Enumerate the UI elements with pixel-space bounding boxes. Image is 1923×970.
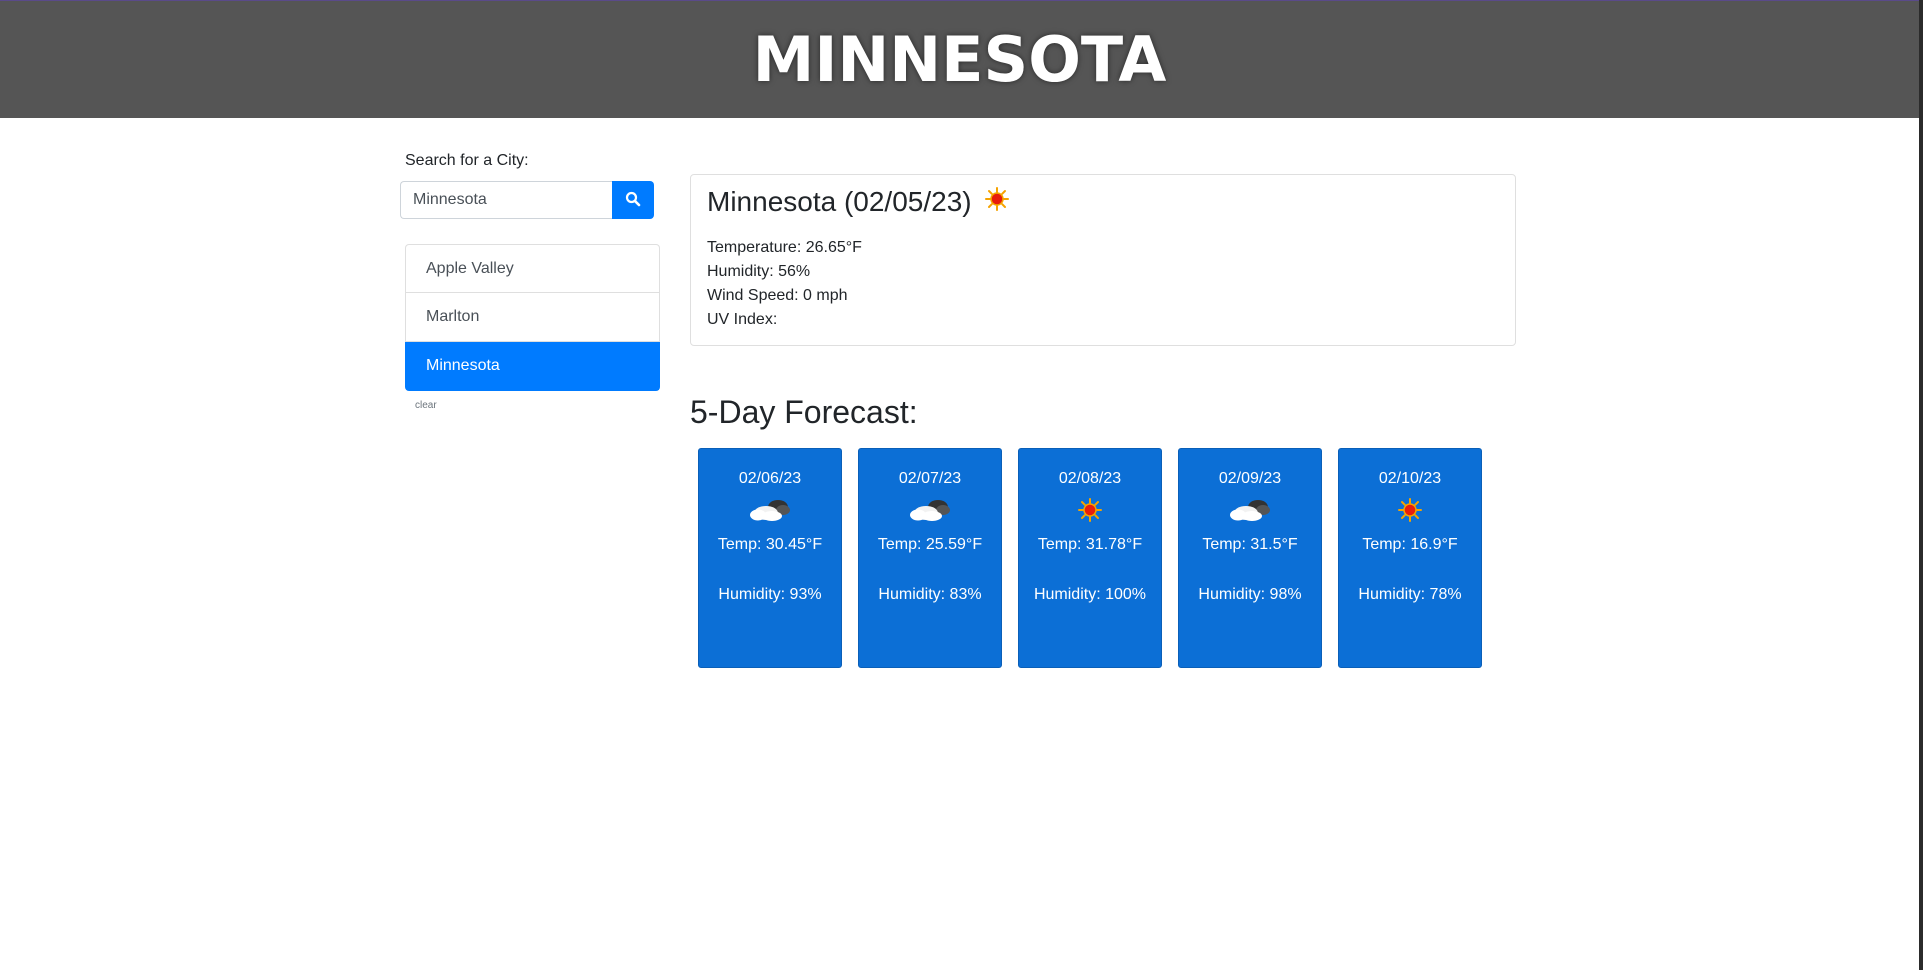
forecast-card: 02/07/23 Temp: 25.59°F Humidity: 83% (858, 448, 1002, 668)
forecast-card: 02/10/23 Temp: 16.9°F Humidity: 78% (1338, 448, 1482, 668)
window-right-edge (1919, 0, 1923, 970)
city-item-marlton[interactable]: Marlton (405, 293, 660, 342)
forecast-date: 02/07/23 (898, 470, 962, 487)
current-temperature: Temperature: 26.65°F (707, 239, 862, 256)
forecast-temp: Temp: 31.78°F (1037, 536, 1143, 553)
page: MINNESOTA Search for a City: Apple Valle… (0, 0, 1923, 970)
city-item-apple-valley[interactable]: Apple Valley (405, 244, 660, 293)
forecast-date: 02/09/23 (1218, 470, 1282, 487)
forecast-date: 02/06/23 (738, 470, 802, 487)
search-label: Search for a City: (405, 152, 529, 169)
forecast-humidity: Humidity: 93% (718, 586, 822, 603)
current-uv-index: UV Index: (707, 311, 778, 328)
forecast-temp: Temp: 16.9°F (1362, 536, 1458, 553)
search-button[interactable] (612, 181, 654, 219)
forecast-row: 02/06/23 Temp: 30.45°F Humidity: 93% 02/… (698, 448, 1482, 668)
forecast-card: 02/06/23 Temp: 30.45°F Humidity: 93% (698, 448, 842, 668)
sun-icon (1019, 493, 1161, 527)
forecast-humidity: Humidity: 78% (1358, 586, 1462, 603)
forecast-date: 02/10/23 (1378, 470, 1442, 487)
current-city-date: Minnesota (02/05/23) (707, 186, 972, 217)
cloud-icon (1179, 493, 1321, 527)
clear-history-button[interactable]: clear (415, 400, 437, 411)
current-weather-card: Minnesota (02/05/23) Temperature: 26.65°… (690, 174, 1516, 346)
current-humidity: Humidity: 56% (707, 263, 811, 280)
current-wind-speed: Wind Speed: 0 mph (707, 287, 848, 304)
cloud-icon (859, 493, 1001, 527)
forecast-card: 02/09/23 Temp: 31.5°F Humidity: 98% (1178, 448, 1322, 668)
forecast-humidity: Humidity: 98% (1198, 586, 1302, 603)
search-input[interactable] (400, 181, 612, 219)
page-header: MINNESOTA (0, 1, 1919, 118)
current-stats: Temperature: 26.65°F Humidity: 56% Wind … (707, 236, 1499, 332)
city-history-list: Apple Valley Marlton Minnesota (405, 244, 660, 391)
sun-icon (984, 186, 1010, 219)
sun-icon (1339, 493, 1481, 527)
forecast-date: 02/08/23 (1058, 470, 1122, 487)
search-icon (625, 191, 641, 210)
cloud-icon (699, 493, 841, 527)
forecast-heading: 5-Day Forecast: (690, 394, 918, 430)
city-item-minnesota[interactable]: Minnesota (405, 342, 660, 391)
forecast-temp: Temp: 31.5°F (1202, 536, 1298, 553)
forecast-humidity: Humidity: 100% (1033, 586, 1147, 603)
forecast-card: 02/08/23 Temp: 31.78°F Humidity: 100% (1018, 448, 1162, 668)
current-weather-heading: Minnesota (02/05/23) (707, 181, 1499, 223)
forecast-humidity: Humidity: 83% (878, 586, 982, 603)
page-title: MINNESOTA (752, 23, 1167, 96)
forecast-temp: Temp: 25.59°F (877, 536, 983, 553)
forecast-temp: Temp: 30.45°F (717, 536, 823, 553)
